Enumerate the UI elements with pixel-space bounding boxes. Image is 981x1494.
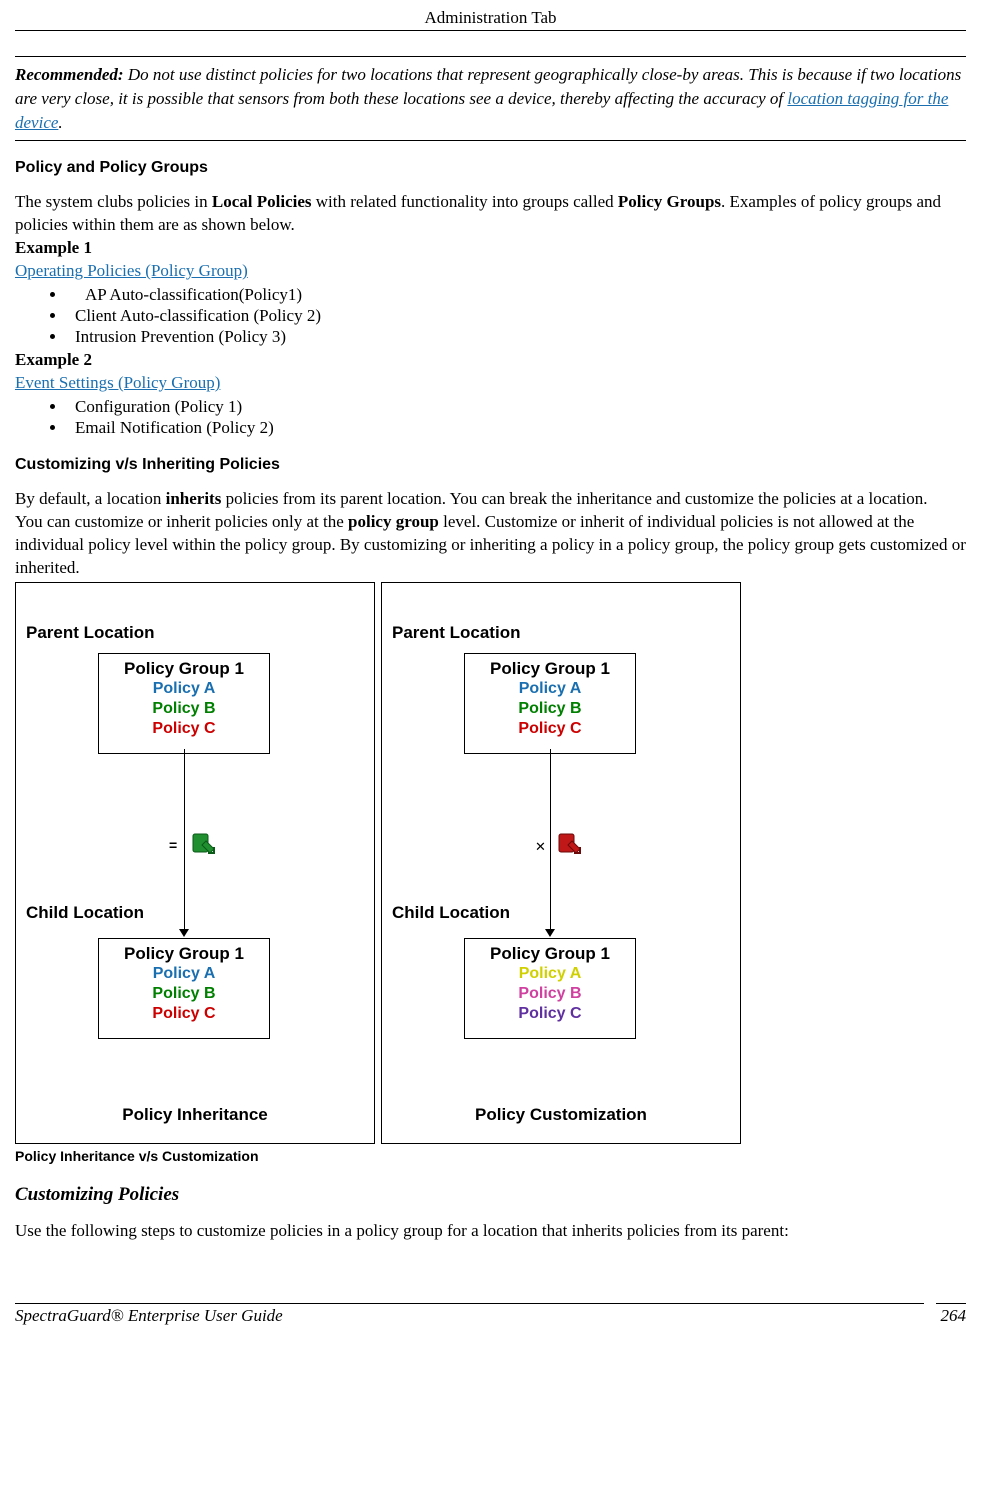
section2-para1: By default, a location inherits policies… — [15, 488, 966, 511]
recommendation-callout: Recommended: Do not use distinct policie… — [15, 56, 966, 141]
example1-list: AP Auto-classification(Policy1) Client A… — [15, 285, 966, 347]
policy-a: Policy A — [465, 679, 635, 699]
para2-before: You can customize or inherit policies on… — [15, 512, 348, 531]
subsection-heading-customizing-policies: Customizing Policies — [15, 1184, 966, 1206]
para1-after: policies from its parent location. You c… — [221, 489, 927, 508]
policy-b: Policy B — [99, 984, 269, 1004]
child-location-label: Child Location — [392, 903, 510, 923]
list-item: Configuration (Policy 1) — [67, 397, 966, 417]
list-item: Intrusion Prevention (Policy 3) — [67, 327, 966, 347]
para1-bold: inherits — [166, 489, 222, 508]
panel-caption-customization: Policy Customization — [382, 1105, 740, 1125]
inherit-icon — [188, 831, 216, 864]
inheritance-arrow-line — [184, 749, 185, 929]
list-item: Client Auto-classification (Policy 2) — [67, 306, 966, 326]
page-header-title: Administration Tab — [15, 0, 966, 30]
inheritance-arrow-head — [179, 929, 189, 937]
callout-text-after: . — [58, 113, 62, 132]
x-sign: ✕ — [535, 839, 546, 855]
example2-list: Configuration (Policy 1) Email Notificat… — [15, 397, 966, 438]
policy-c: Policy C — [465, 1004, 635, 1024]
example1-label: Example 1 — [15, 237, 966, 260]
policy-c: Policy C — [99, 719, 269, 739]
child-policy-group-box: Policy Group 1 Policy A Policy B Policy … — [464, 938, 636, 1039]
policy-c: Policy C — [465, 719, 635, 739]
parent-location-label: Parent Location — [392, 623, 520, 643]
intro-bold1: Local Policies — [212, 192, 312, 211]
policy-b: Policy B — [465, 984, 635, 1004]
customize-icon — [554, 831, 582, 864]
section3-text: Use the following steps to customize pol… — [15, 1220, 966, 1243]
policy-a: Policy A — [99, 679, 269, 699]
event-settings-link[interactable]: Event Settings (Policy Group) — [15, 373, 220, 392]
child-location-label: Child Location — [26, 903, 144, 923]
policy-c: Policy C — [99, 1004, 269, 1024]
diagram-panel-customization: Parent Location Policy Group 1 Policy A … — [381, 582, 741, 1144]
section-heading-policy-groups: Policy and Policy Groups — [15, 159, 966, 177]
footer-rule-left — [15, 1303, 924, 1304]
para2-bold: policy group — [348, 512, 439, 531]
section2-para2: You can customize or inherit policies on… — [15, 511, 966, 580]
footer-guide-title: SpectraGuard® Enterprise User Guide — [15, 1306, 283, 1326]
footer-rule-right — [936, 1303, 966, 1304]
policy-b: Policy B — [465, 699, 635, 719]
section1-intro: The system clubs policies in Local Polic… — [15, 191, 966, 237]
section-heading-customizing: Customizing v/s Inheriting Policies — [15, 456, 966, 474]
policy-a: Policy A — [99, 964, 269, 984]
list-item: AP Auto-classification(Policy1) — [67, 285, 966, 305]
equals-sign: = — [169, 837, 177, 853]
callout-label: Recommended: — [15, 65, 124, 84]
group-title: Policy Group 1 — [99, 943, 269, 964]
operating-policies-link[interactable]: Operating Policies (Policy Group) — [15, 261, 248, 280]
diagram-container: Parent Location Policy Group 1 Policy A … — [15, 582, 966, 1144]
parent-location-label: Parent Location — [26, 623, 154, 643]
parent-policy-group-box: Policy Group 1 Policy A Policy B Policy … — [464, 653, 636, 754]
group-title: Policy Group 1 — [465, 658, 635, 679]
example2-label: Example 2 — [15, 349, 966, 372]
child-policy-group-box: Policy Group 1 Policy A Policy B Policy … — [98, 938, 270, 1039]
parent-policy-group-box: Policy Group 1 Policy A Policy B Policy … — [98, 653, 270, 754]
intro-before: The system clubs policies in — [15, 192, 212, 211]
intro-mid: with related functionality into groups c… — [312, 192, 618, 211]
customization-arrow-line — [550, 749, 551, 929]
diagram-panel-inheritance: Parent Location Policy Group 1 Policy A … — [15, 582, 375, 1144]
panel-caption-inheritance: Policy Inheritance — [16, 1105, 374, 1125]
page-footer: SpectraGuard® Enterprise User Guide 264 — [15, 1303, 966, 1326]
figure-caption: Policy Inheritance v/s Customization — [15, 1148, 966, 1164]
group-title: Policy Group 1 — [99, 658, 269, 679]
list-item: Email Notification (Policy 2) — [67, 418, 966, 438]
header-rule — [15, 30, 966, 31]
customization-arrow-head — [545, 929, 555, 937]
footer-page-number: 264 — [941, 1306, 967, 1326]
group-title: Policy Group 1 — [465, 943, 635, 964]
para1-before: By default, a location — [15, 489, 166, 508]
policy-a: Policy A — [465, 964, 635, 984]
intro-bold2: Policy Groups — [618, 192, 721, 211]
policy-b: Policy B — [99, 699, 269, 719]
